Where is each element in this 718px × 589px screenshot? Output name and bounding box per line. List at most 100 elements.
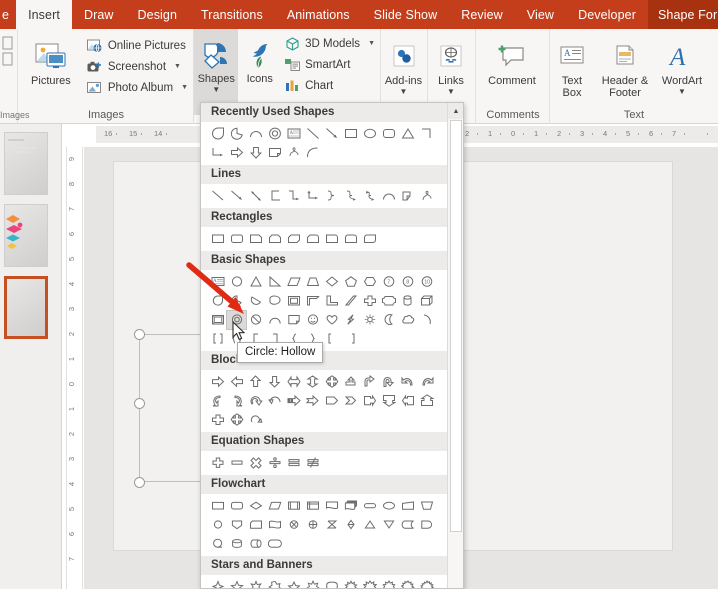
shape-arrow-curved-left[interactable] — [398, 373, 417, 391]
shape-star-5-point[interactable] — [227, 578, 246, 588]
scrollbar-thumb[interactable] — [450, 120, 462, 532]
shape-curved-connector-double-arrow[interactable] — [360, 187, 379, 205]
shape-octagon[interactable]: 8 — [398, 273, 417, 291]
shape-right-arrow[interactable] — [227, 144, 246, 162]
links-button[interactable]: Links ▼ — [428, 33, 474, 96]
shape-isosceles-triangle[interactable] — [398, 125, 417, 143]
chevron-down-icon[interactable]: ▼ — [447, 88, 455, 96]
slide-thumbnail-3[interactable] — [4, 276, 48, 339]
shape-star-7-point[interactable] — [265, 578, 284, 588]
shape-snip-and-round-single-corner-rectangle[interactable] — [303, 230, 322, 248]
shape-oval[interactable] — [227, 273, 246, 291]
shape-flowchart-merge[interactable] — [379, 516, 398, 534]
chevron-down-icon[interactable]: ▼ — [678, 88, 686, 96]
shape-plus[interactable] — [208, 454, 227, 472]
shape-flowchart-internal-storage[interactable] — [303, 497, 322, 515]
shape-pentagon-arrow[interactable] — [322, 392, 341, 410]
wordart-button[interactable]: A WordArt ▼ — [656, 33, 708, 96]
shape-arrow-right[interactable] — [208, 373, 227, 391]
shape-freeform-scribble[interactable] — [284, 144, 303, 162]
shape-star-8-point[interactable] — [303, 578, 322, 588]
shape-arrow-u-turn[interactable] — [379, 373, 398, 391]
shape-arc[interactable] — [246, 125, 265, 143]
shape-double-bracket[interactable] — [208, 330, 227, 348]
shape-cube[interactable] — [417, 292, 436, 310]
shape-flowchart-preparation[interactable] — [379, 497, 398, 515]
slide-thumbnail-2[interactable] — [4, 204, 48, 267]
shape-arrow-notched-right[interactable] — [303, 392, 322, 410]
shape-block-arc[interactable] — [265, 292, 284, 310]
shape-arrow-up[interactable] — [246, 373, 265, 391]
shape-rectangle[interactable] — [341, 125, 360, 143]
shape-isosceles-triangle[interactable] — [246, 273, 265, 291]
shape-arrow-quad[interactable] — [322, 373, 341, 391]
shape-explosion-1[interactable] — [341, 578, 360, 588]
shape-flowchart-collate[interactable] — [322, 516, 341, 534]
shape-teardrop[interactable] — [208, 292, 227, 310]
shape-flowchart-terminator[interactable] — [360, 497, 379, 515]
chevron-down-icon[interactable]: ▼ — [400, 88, 408, 96]
shape-heart[interactable] — [322, 311, 341, 329]
shape-chevron[interactable] — [341, 392, 360, 410]
shape-flowchart-card[interactable] — [246, 516, 265, 534]
shape-lightning-bolt[interactable] — [341, 311, 360, 329]
shape-heptagon[interactable]: 7 — [379, 273, 398, 291]
shape-snip-same-side-corner-rectangle[interactable] — [265, 230, 284, 248]
3d-models-button[interactable]: 3D Models ▼ — [281, 33, 380, 54]
shape-curved-connector-arrow[interactable] — [341, 187, 360, 205]
tab-home-partial[interactable]: e — [0, 0, 16, 29]
shape-arrow-right-callout[interactable] — [360, 392, 379, 410]
shape-oval[interactable] — [360, 125, 379, 143]
shape-text-box[interactable]: A — [284, 125, 303, 143]
shape-donut[interactable] — [265, 125, 284, 143]
tab-view[interactable]: View — [515, 0, 566, 29]
shape-arrow-curved-up[interactable] — [208, 392, 227, 410]
tab-animations[interactable]: Animations — [275, 0, 362, 29]
shape-connector-elbow-arrow[interactable] — [284, 187, 303, 205]
slide-thumbnail-1[interactable] — [4, 132, 48, 195]
shape-pie[interactable] — [208, 125, 227, 143]
tab-insert[interactable]: Insert — [16, 0, 72, 29]
shape-half-frame[interactable] — [303, 292, 322, 310]
shape-star-12-point[interactable] — [379, 578, 398, 588]
shape-down-arrow[interactable] — [246, 144, 265, 162]
shape-bracket-pair-alt[interactable] — [322, 330, 341, 348]
shape-text-box[interactable]: A — [208, 273, 227, 291]
shape-pentagon[interactable] — [341, 273, 360, 291]
chevron-down-icon[interactable]: ▼ — [174, 63, 181, 70]
tab-review[interactable]: Review — [449, 0, 515, 29]
shape-star-5-point-outline[interactable] — [284, 578, 303, 588]
shape-arrow-left-callout[interactable] — [398, 392, 417, 410]
shape-round-same-side-corner-rectangle[interactable] — [341, 230, 360, 248]
shape-parallelogram[interactable] — [284, 273, 303, 291]
shape-snip-single-corner-rectangle[interactable] — [246, 230, 265, 248]
shape-arc-open[interactable] — [417, 311, 436, 329]
shape-cross-arrow[interactable] — [208, 411, 227, 429]
shape-snip-diagonal-corner-rectangle[interactable] — [284, 230, 303, 248]
shape-multiply[interactable] — [246, 454, 265, 472]
shape-folded-corner[interactable] — [265, 144, 284, 162]
shape-star-6-point[interactable] — [246, 578, 265, 588]
slide-thumbnail-pane[interactable] — [0, 124, 62, 589]
shape-star-16-point[interactable] — [398, 578, 417, 588]
resize-handle-top[interactable] — [134, 329, 145, 340]
shape-line-double-arrow[interactable] — [246, 187, 265, 205]
shape-flowchart-predefined-process[interactable] — [284, 497, 303, 515]
shape-sun[interactable] — [360, 311, 379, 329]
shape-arrow-left-right[interactable] — [284, 373, 303, 391]
shape-curve[interactable] — [303, 144, 322, 162]
shape-flowchart-or[interactable] — [303, 516, 322, 534]
shape-trapezoid[interactable] — [303, 273, 322, 291]
shape-star-4-point[interactable] — [208, 578, 227, 588]
shape-line-arrow[interactable] — [227, 187, 246, 205]
shape-arrow-down-callout[interactable] — [379, 392, 398, 410]
shape-diamond[interactable] — [322, 273, 341, 291]
chevron-down-icon[interactable]: ▼ — [181, 84, 188, 91]
shape-arrow-bent[interactable] — [360, 373, 379, 391]
shape-flowchart-alternate-process[interactable] — [227, 497, 246, 515]
tab-shape-format[interactable]: Shape Form — [647, 0, 718, 29]
shape-flowchart-magnetic-disk[interactable] — [227, 535, 246, 553]
shape-flowchart-connector[interactable] — [208, 516, 227, 534]
shape-line-arrow[interactable] — [322, 125, 341, 143]
shape-connector-elbow-double-arrow[interactable] — [303, 187, 322, 205]
